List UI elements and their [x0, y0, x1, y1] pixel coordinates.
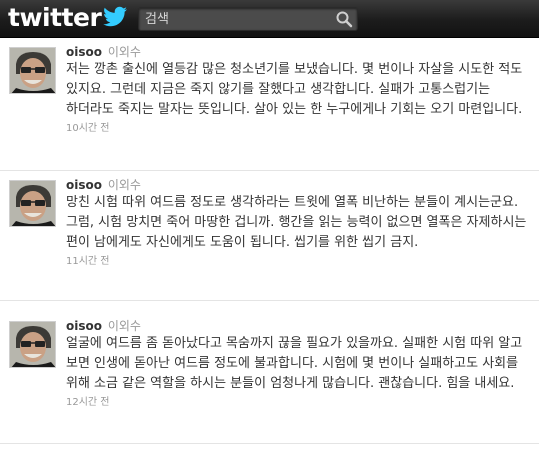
avatar-portrait-icon [10, 181, 55, 226]
tweet-text: 망친 시험 따위 여드름 정도로 생각하라는 트윗에 열폭 비난하는 분들이 계… [66, 195, 527, 250]
magnifier-icon[interactable] [335, 10, 353, 28]
full-name: 이외수 [107, 45, 141, 59]
timestamp[interactable]: 10시간 전 [66, 122, 531, 136]
avatar-portrait-icon [10, 48, 55, 93]
tweet-meta: oisoo 이외수 [66, 44, 531, 60]
tweet-meta: oisoo 이외수 [66, 318, 531, 334]
avatar-portrait-icon [10, 322, 55, 367]
avatar[interactable] [9, 47, 56, 94]
tweet-item: oisoo 이외수 저는 깡촌 출신에 열등감 많은 청소년기를 보냈습니다. … [0, 38, 539, 171]
timestamp[interactable]: 12시간 전 [66, 396, 531, 410]
tweet-meta: oisoo 이외수 [66, 177, 531, 193]
search-input[interactable] [139, 8, 329, 30]
screen-name[interactable]: oisoo [66, 319, 102, 333]
tweet-text: 저는 깡촌 출신에 열등감 많은 청소년기를 보냈습니다. 몇 번이나 자살을 … [66, 62, 523, 117]
full-name: 이외수 [107, 178, 141, 192]
tweet-text: 얼굴에 여드름 좀 돋아났다고 목숨까지 끊을 필요가 있을까요. 실패한 시험… [66, 336, 523, 391]
avatar[interactable] [9, 321, 56, 368]
bird-icon [103, 6, 128, 27]
timestamp[interactable]: 11시간 전 [66, 255, 531, 269]
full-name: 이외수 [107, 319, 141, 333]
tweet-item: oisoo 이외수 망친 시험 따위 여드름 정도로 생각하라는 트윗에 열폭 … [0, 171, 539, 301]
twitter-logo[interactable]: twitter [8, 4, 128, 32]
screen-name[interactable]: oisoo [66, 45, 102, 59]
avatar[interactable] [9, 180, 56, 227]
top-bar: twitter [0, 0, 539, 38]
tweet-item: oisoo 이외수 얼굴에 여드름 좀 돋아났다고 목숨까지 끊을 필요가 있을… [0, 301, 539, 444]
screen-name[interactable]: oisoo [66, 178, 102, 192]
logo-text: twitter [8, 3, 102, 32]
search-box [138, 7, 358, 31]
